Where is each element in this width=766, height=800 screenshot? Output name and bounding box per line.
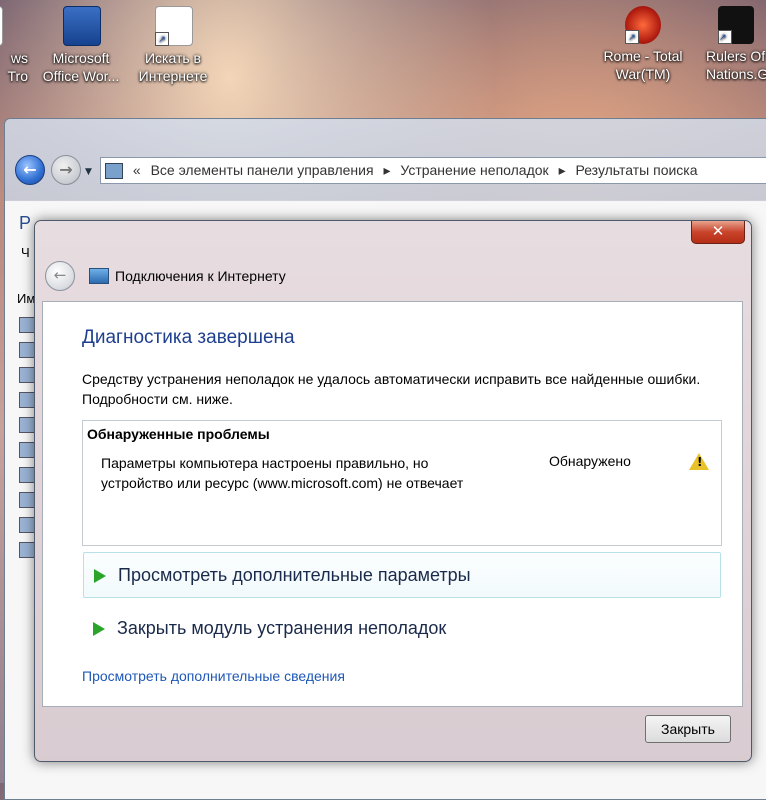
desktop-icon-search-internet[interactable]: ↗ Искать в Интернете: [128, 4, 218, 85]
desktop-icon-rulers-of-nations[interactable]: ↗ Rulers Of Nations.Ge: [696, 4, 766, 83]
list-item-icon[interactable]: [19, 317, 35, 333]
shortcut-arrow-icon: ↗: [625, 30, 639, 44]
content-panel: Диагностика завершена Средству устранени…: [42, 301, 743, 707]
breadcrumb-search-results[interactable]: Результаты поиска: [575, 162, 697, 178]
desktop-icon-ws[interactable]: ws Tro: [0, 4, 28, 85]
list-item-icon[interactable]: [19, 342, 35, 358]
back-arrow-icon[interactable]: ←: [15, 155, 45, 185]
troubleshooter-dialog: ✕ ← Подключения к Интернету Диагностика …: [34, 220, 752, 762]
desktop-icon-label: Искать в: [144, 50, 201, 66]
control-panel-icon: [105, 163, 123, 180]
explorer-page-title: Р: [19, 213, 32, 233]
breadcrumb-all-control-panel-items[interactable]: Все элементы панели управления: [151, 162, 374, 178]
app-icon: [0, 6, 3, 46]
desktop-icon-label: Rulers Of: [706, 48, 766, 64]
address-bar[interactable]: « Все элементы панели управления ▸ Устра…: [100, 157, 766, 184]
list-item-icon[interactable]: [19, 517, 35, 533]
desktop-icon-rome-total-war[interactable]: ↗ Rome - Total War(TM): [598, 4, 688, 83]
forward-arrow-icon[interactable]: →: [51, 155, 81, 185]
list-item-icon[interactable]: [19, 467, 35, 483]
warning-icon: [689, 453, 709, 470]
desktop-icon-label: Microsoft: [52, 50, 110, 66]
desktop-icon-label: Nations.Ge: [706, 66, 766, 82]
breadcrumb-separator[interactable]: ▸: [383, 162, 390, 178]
desktop-icon-microsoft-word[interactable]: Microsoft Office Wor...: [36, 4, 126, 85]
close-button[interactable]: Закрыть: [645, 715, 731, 743]
list-item-icon[interactable]: [19, 492, 35, 508]
address-overflow-chevron[interactable]: «: [133, 162, 141, 178]
word-icon: [63, 6, 101, 46]
desktop-icon-label: Office Wor...: [42, 68, 120, 84]
view-advanced-options-link[interactable]: Просмотреть дополнительные параметры: [83, 552, 721, 598]
column-header-name[interactable]: Им: [17, 291, 35, 306]
problem-status: Обнаружено: [549, 453, 631, 469]
page-heading: Диагностика завершена: [82, 327, 295, 348]
recent-pages-chevron-icon[interactable]: ▼: [85, 167, 92, 177]
view-detailed-info-link[interactable]: Просмотреть дополнительные сведения: [82, 668, 345, 684]
network-connection-icon: [89, 268, 109, 284]
list-item-icon[interactable]: [19, 442, 35, 458]
green-arrow-icon: [93, 622, 105, 637]
breadcrumb-troubleshooting[interactable]: Устранение неполадок: [400, 162, 548, 178]
explorer-subtitle: Ч: [21, 245, 30, 260]
close-window-button[interactable]: ✕: [691, 221, 745, 244]
list-item-icon[interactable]: [19, 417, 35, 433]
option-label: Просмотреть дополнительные параметры: [118, 565, 471, 585]
shortcut-arrow-icon: ↗: [155, 32, 169, 46]
desktop-icon-label: ws: [10, 50, 28, 66]
problem-description: Параметры компьютера настроены правильно…: [101, 455, 464, 491]
problems-title: Обнаруженные проблемы: [87, 426, 270, 442]
results-list-icons: [19, 317, 35, 567]
desktop-icon-label: War(TM): [615, 66, 671, 82]
result-description: Средству устранения неполадок не удалось…: [82, 371, 701, 407]
list-item-icon[interactable]: [19, 367, 35, 383]
option-label: Закрыть модуль устранения неполадок: [117, 618, 447, 638]
close-troubleshooter-link[interactable]: Закрыть модуль устранения неполадок: [83, 606, 719, 650]
list-item-icon[interactable]: [19, 542, 35, 558]
problems-found-box: Обнаруженные проблемы Параметры компьюте…: [82, 420, 722, 546]
dialog-title: Подключения к Интернету: [115, 268, 286, 284]
desktop-icon-label: Интернете: [138, 68, 208, 84]
list-item-icon[interactable]: [19, 392, 35, 408]
desktop-icon-label: Tro: [7, 68, 28, 84]
desktop-icon-label: Rome - Total: [603, 48, 683, 64]
green-arrow-icon: [94, 569, 106, 584]
shortcut-arrow-icon: ↗: [718, 30, 732, 44]
back-arrow-icon[interactable]: ←: [45, 261, 75, 291]
breadcrumb-separator[interactable]: ▸: [559, 162, 566, 178]
